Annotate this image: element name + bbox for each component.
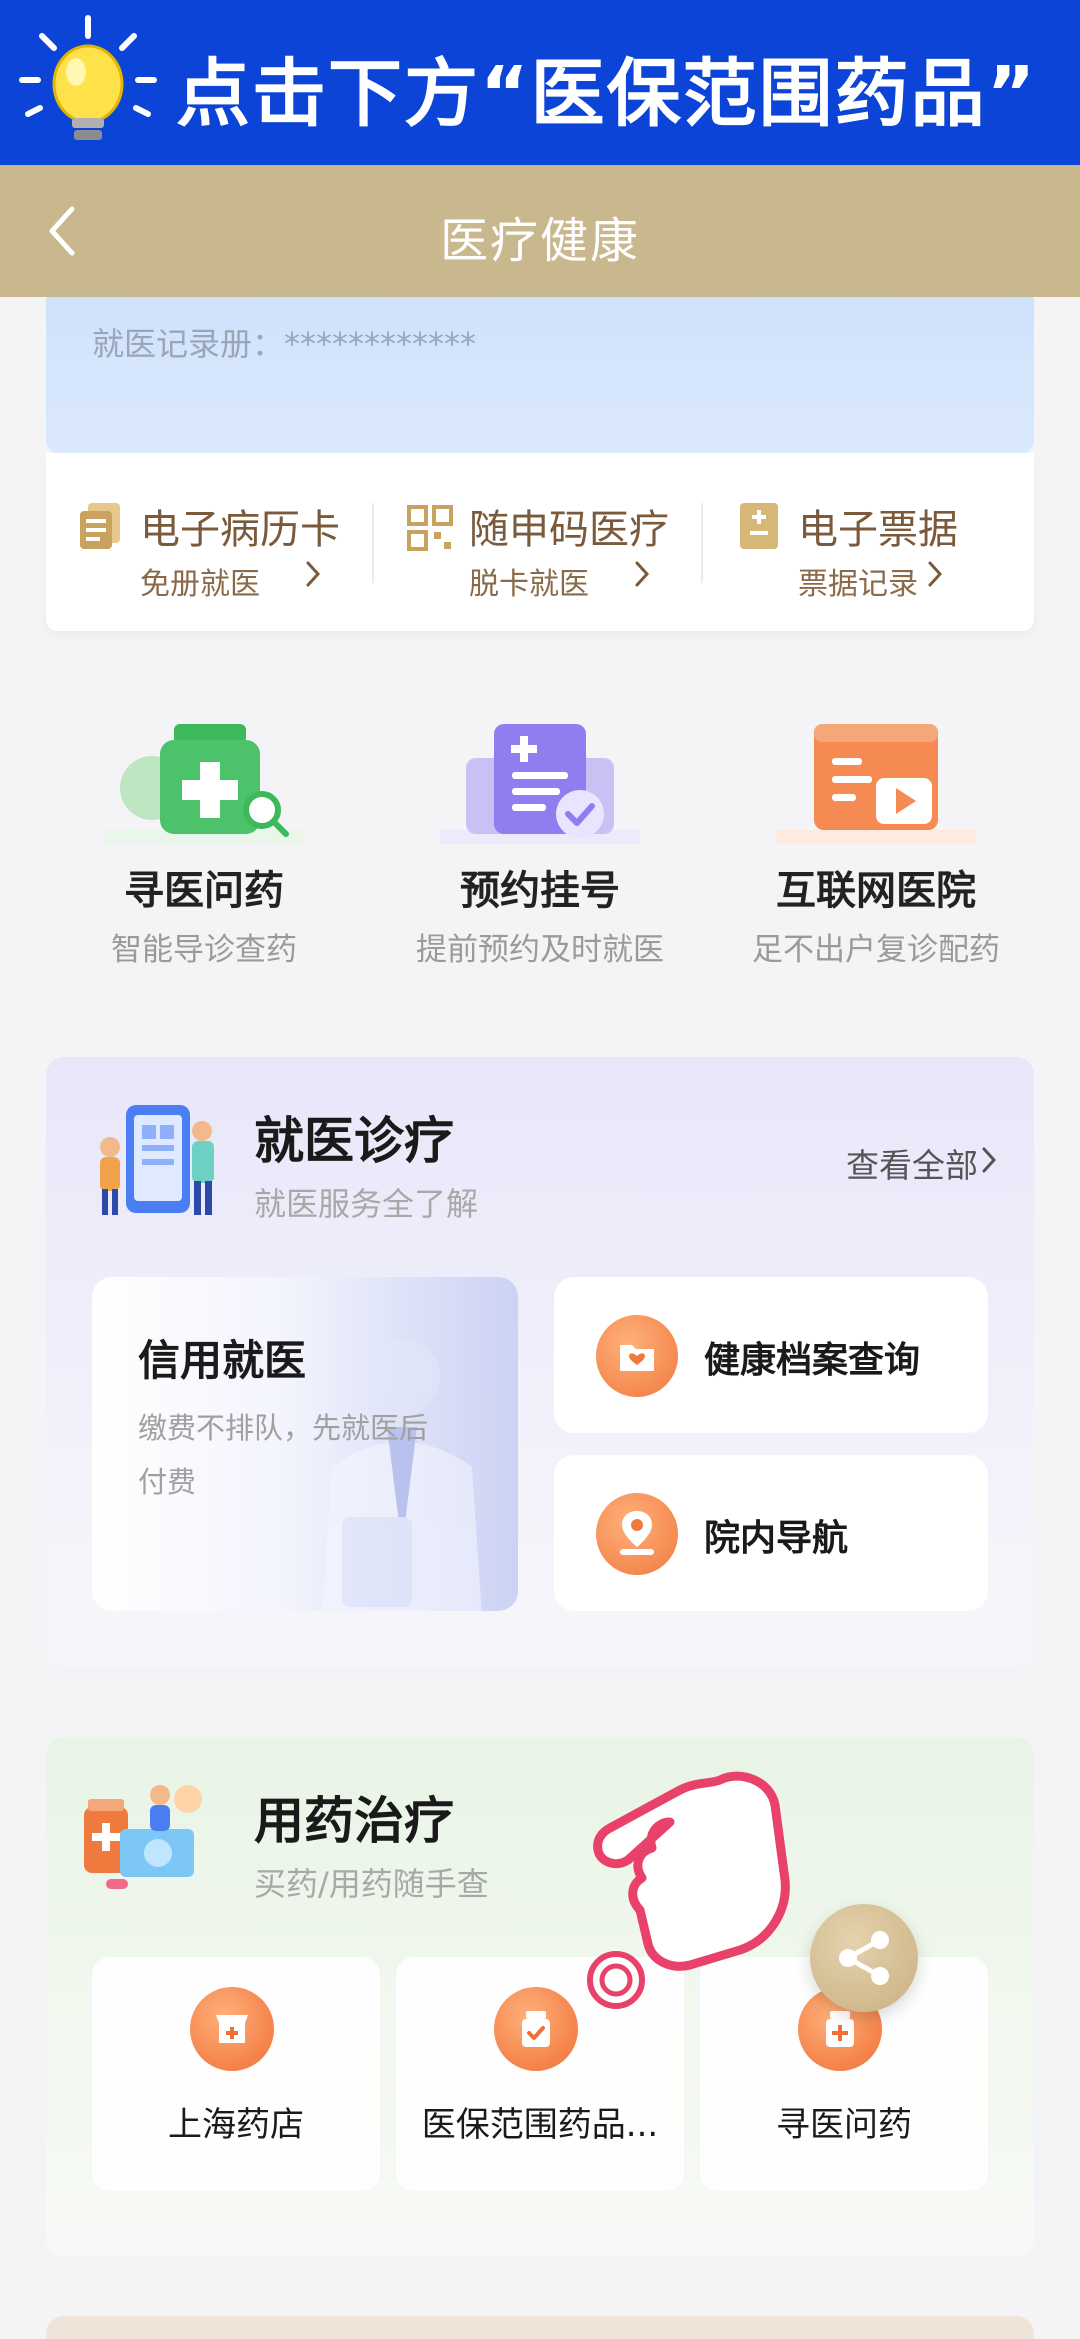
service-title: 预约挂号 [460, 868, 620, 914]
hospital-navigation-card[interactable]: 院内导航 [554, 1455, 988, 1611]
shortcut-sub: 票据记录 [798, 567, 918, 602]
shortcut-health-code[interactable]: 随申码医疗 脱卡就医 [375, 453, 704, 631]
shortcut-title: 随申码医疗 [469, 507, 669, 553]
receipt-icon [740, 503, 778, 549]
share-icon [839, 1931, 889, 1985]
pharmacy-card[interactable]: 上海药店 [92, 1957, 380, 2191]
see-all-link[interactable]: 查看全部 [846, 1139, 978, 1187]
chevron-right-icon [306, 561, 321, 587]
lightbulb-icon [19, 15, 157, 140]
section-title: 用药治疗 [254, 1792, 454, 1850]
med-card-label: 医保范围药品... [421, 2105, 659, 2145]
med-card-label: 寻医问药 [776, 2105, 912, 2145]
credit-subtitle: 缴费不排队，先就医后付费 [138, 1411, 429, 1499]
medical-record-icon [80, 503, 120, 549]
tap-hand-icon [587, 1771, 790, 2009]
service-internet-hospital[interactable]: 互联网医院 足不出户复诊配药 [706, 718, 1046, 978]
record-label: 就医记录册：************ [92, 325, 477, 363]
shortcut-title: 电子病历卡 [140, 507, 340, 553]
medical-record-card[interactable]: 就医记录册：************ [46, 297, 1034, 453]
service-title: 互联网医院 [776, 868, 976, 914]
service-sub: 智能导诊查药 [111, 932, 297, 968]
clinic-illustration-icon [100, 1105, 214, 1215]
mini-card-label: 健康档案查询 [704, 1340, 921, 1381]
section-title: 就医诊疗 [254, 1112, 454, 1170]
service-sub: 足不出户复诊配药 [752, 932, 1000, 968]
clinic-section: 就医诊疗 就医服务全了解 查看全部 信用就医 缴费不排队，先就医后付费 健康档案… [46, 1057, 1034, 1667]
service-sub: 提前预约及时就医 [416, 932, 664, 968]
divider [701, 503, 703, 583]
nav-bar: 医疗健康 [0, 165, 1080, 297]
divider [372, 503, 374, 583]
insured-medicine-icon [494, 1987, 578, 2071]
section-subtitle: 就医服务全了解 [254, 1185, 479, 1223]
service-title: 寻医问药 [124, 868, 284, 914]
location-pin-icon [596, 1493, 678, 1575]
shortcut-row: 电子病历卡 免册就医 随申码医疗 脱卡就医 电子票据 票据记录 [46, 453, 1034, 631]
section-subtitle: 买药/用药随手查 [254, 1865, 489, 1903]
internet-hospital-icon [776, 724, 976, 844]
chevron-right-icon [635, 561, 650, 587]
chevron-right-icon[interactable] [978, 1143, 1000, 1177]
health-folder-icon [596, 1315, 678, 1397]
medication-illustration-icon [84, 1785, 202, 1889]
shortcut-sub: 脱卡就医 [469, 567, 589, 602]
medicine-search-icon [104, 724, 304, 844]
pharmacy-icon [190, 1987, 274, 2071]
shortcut-medical-record[interactable]: 电子病历卡 免册就医 [46, 453, 375, 631]
page-title: 医疗健康 [439, 213, 640, 269]
qr-code-icon [407, 505, 453, 551]
shortcut-title: 电子票据 [798, 507, 958, 553]
med-card-label: 上海药店 [168, 2105, 304, 2145]
instruction-banner: 点击下方“医保范围药品” [0, 0, 1080, 165]
credit-medical-card[interactable]: 信用就医 缴费不排队，先就医后付费 [92, 1277, 518, 1611]
chevron-right-icon [928, 561, 943, 587]
shortcut-sub: 免册就医 [140, 567, 260, 602]
mini-card-label: 院内导航 [704, 1518, 849, 1559]
share-button[interactable] [810, 1904, 918, 2012]
service-appointment[interactable]: 预约挂号 提前预约及时就医 [370, 718, 710, 978]
health-record-query-card[interactable]: 健康档案查询 [554, 1277, 988, 1433]
appointment-icon [440, 724, 640, 844]
banner-text: 点击下方“医保范围药品” [176, 51, 1038, 137]
shortcut-e-receipt[interactable]: 电子票据 票据记录 [704, 453, 1033, 631]
credit-title: 信用就医 [138, 1336, 307, 1385]
next-section-edge [46, 2316, 1034, 2339]
service-find-medicine[interactable]: 寻医问药 智能导诊查药 [34, 718, 374, 978]
